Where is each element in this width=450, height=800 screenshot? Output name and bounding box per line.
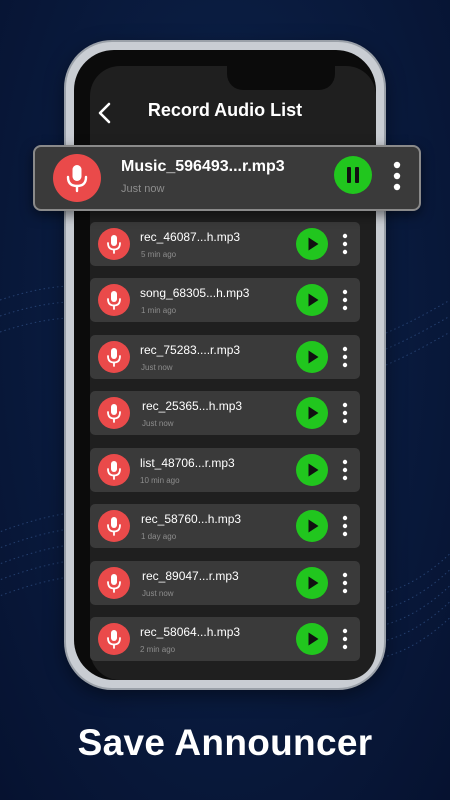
mic-badge bbox=[98, 623, 130, 655]
vertical-dots-icon bbox=[342, 459, 348, 481]
more-options-button[interactable] bbox=[338, 401, 352, 425]
page-title: Record Audio List bbox=[147, 100, 303, 120]
recording-time: Just now bbox=[121, 183, 165, 195]
mic-badge bbox=[98, 228, 130, 260]
recording-row[interactable]: rec_25365...h.mp3 Just now bbox=[90, 391, 360, 435]
recording-name: rec_58760...h.mp3 bbox=[141, 512, 242, 526]
microphone-icon bbox=[107, 348, 121, 367]
more-options-button[interactable] bbox=[338, 571, 352, 595]
recording-row[interactable]: rec_46087...h.mp3 5 min ago bbox=[90, 222, 360, 266]
more-options-button[interactable] bbox=[338, 345, 352, 369]
recording-name: rec_25365...h.mp3 bbox=[142, 399, 243, 413]
pause-icon bbox=[347, 167, 359, 183]
recording-time: 1 min ago bbox=[141, 306, 177, 315]
play-icon bbox=[308, 293, 319, 307]
pause-button[interactable] bbox=[334, 156, 372, 194]
mic-badge bbox=[98, 284, 130, 316]
recording-time: 1 day ago bbox=[141, 532, 177, 541]
recording-name: rec_75283....r.mp3 bbox=[140, 343, 241, 357]
more-options-button[interactable] bbox=[338, 514, 352, 538]
recording-row[interactable]: rec_75283....r.mp3 Just now bbox=[90, 335, 360, 379]
mic-badge bbox=[98, 341, 130, 373]
recording-time: 2 min ago bbox=[140, 645, 176, 654]
microphone-icon bbox=[107, 235, 121, 254]
play-icon bbox=[308, 576, 319, 590]
play-button[interactable] bbox=[296, 341, 328, 373]
recording-name: song_68305...h.mp3 bbox=[140, 286, 250, 300]
mic-badge bbox=[53, 154, 101, 202]
vertical-dots-icon bbox=[342, 515, 348, 537]
mic-badge bbox=[98, 567, 130, 599]
recording-row[interactable]: song_68305...h.mp3 1 min ago bbox=[90, 278, 360, 322]
microphone-icon bbox=[107, 291, 121, 310]
recording-name: rec_89047...r.mp3 bbox=[142, 569, 239, 583]
recording-name: list_48706...r.mp3 bbox=[140, 456, 235, 470]
recording-time: 5 min ago bbox=[141, 250, 177, 259]
play-icon bbox=[308, 237, 319, 251]
vertical-dots-icon bbox=[342, 572, 348, 594]
more-options-button[interactable] bbox=[338, 627, 352, 651]
play-icon bbox=[308, 519, 319, 533]
play-button[interactable] bbox=[296, 397, 328, 429]
recording-name: Music_596493...r.mp3 bbox=[121, 158, 285, 175]
play-button[interactable] bbox=[296, 454, 328, 486]
more-options-button[interactable] bbox=[338, 458, 352, 482]
vertical-dots-icon bbox=[342, 289, 348, 311]
play-icon bbox=[308, 406, 319, 420]
mic-badge bbox=[98, 454, 130, 486]
mic-badge bbox=[98, 510, 130, 542]
chevron-left-icon bbox=[98, 102, 111, 124]
microphone-icon bbox=[107, 517, 121, 536]
recording-time: Just now bbox=[141, 363, 173, 372]
recording-row[interactable]: rec_58760...h.mp3 1 day ago bbox=[90, 504, 360, 548]
phone-notch bbox=[227, 66, 335, 90]
recording-name: rec_46087...h.mp3 bbox=[140, 230, 241, 244]
recording-row[interactable]: rec_89047...r.mp3 Just now bbox=[90, 561, 360, 605]
promo-caption: Save Announcer bbox=[77, 722, 373, 763]
play-button[interactable] bbox=[296, 567, 328, 599]
recording-time: 10 min ago bbox=[140, 476, 180, 485]
featured-recording-card[interactable]: Music_596493...r.mp3 Just now bbox=[33, 145, 421, 211]
vertical-dots-icon bbox=[342, 346, 348, 368]
more-options-button[interactable] bbox=[338, 288, 352, 312]
vertical-dots-icon bbox=[393, 161, 401, 191]
mic-badge bbox=[98, 397, 130, 429]
microphone-icon bbox=[107, 461, 121, 480]
play-icon bbox=[308, 463, 319, 477]
play-button[interactable] bbox=[296, 510, 328, 542]
microphone-icon bbox=[107, 404, 121, 423]
microphone-icon bbox=[107, 574, 121, 593]
recording-row[interactable]: list_48706...r.mp3 10 min ago bbox=[90, 448, 360, 492]
recording-time: Just now bbox=[142, 419, 174, 428]
play-icon bbox=[308, 350, 319, 364]
recording-name: rec_58064...h.mp3 bbox=[140, 625, 241, 639]
microphone-icon bbox=[66, 165, 88, 193]
play-button[interactable] bbox=[296, 284, 328, 316]
vertical-dots-icon bbox=[342, 402, 348, 424]
more-options-button[interactable] bbox=[387, 159, 407, 193]
play-icon bbox=[308, 632, 319, 646]
play-button[interactable] bbox=[296, 623, 328, 655]
back-button[interactable] bbox=[95, 101, 117, 125]
play-button[interactable] bbox=[296, 228, 328, 260]
more-options-button[interactable] bbox=[338, 232, 352, 256]
vertical-dots-icon bbox=[342, 628, 348, 650]
recording-time: Just now bbox=[142, 589, 174, 598]
vertical-dots-icon bbox=[342, 233, 348, 255]
recording-row[interactable]: rec_58064...h.mp3 2 min ago bbox=[90, 617, 360, 661]
microphone-icon bbox=[107, 630, 121, 649]
